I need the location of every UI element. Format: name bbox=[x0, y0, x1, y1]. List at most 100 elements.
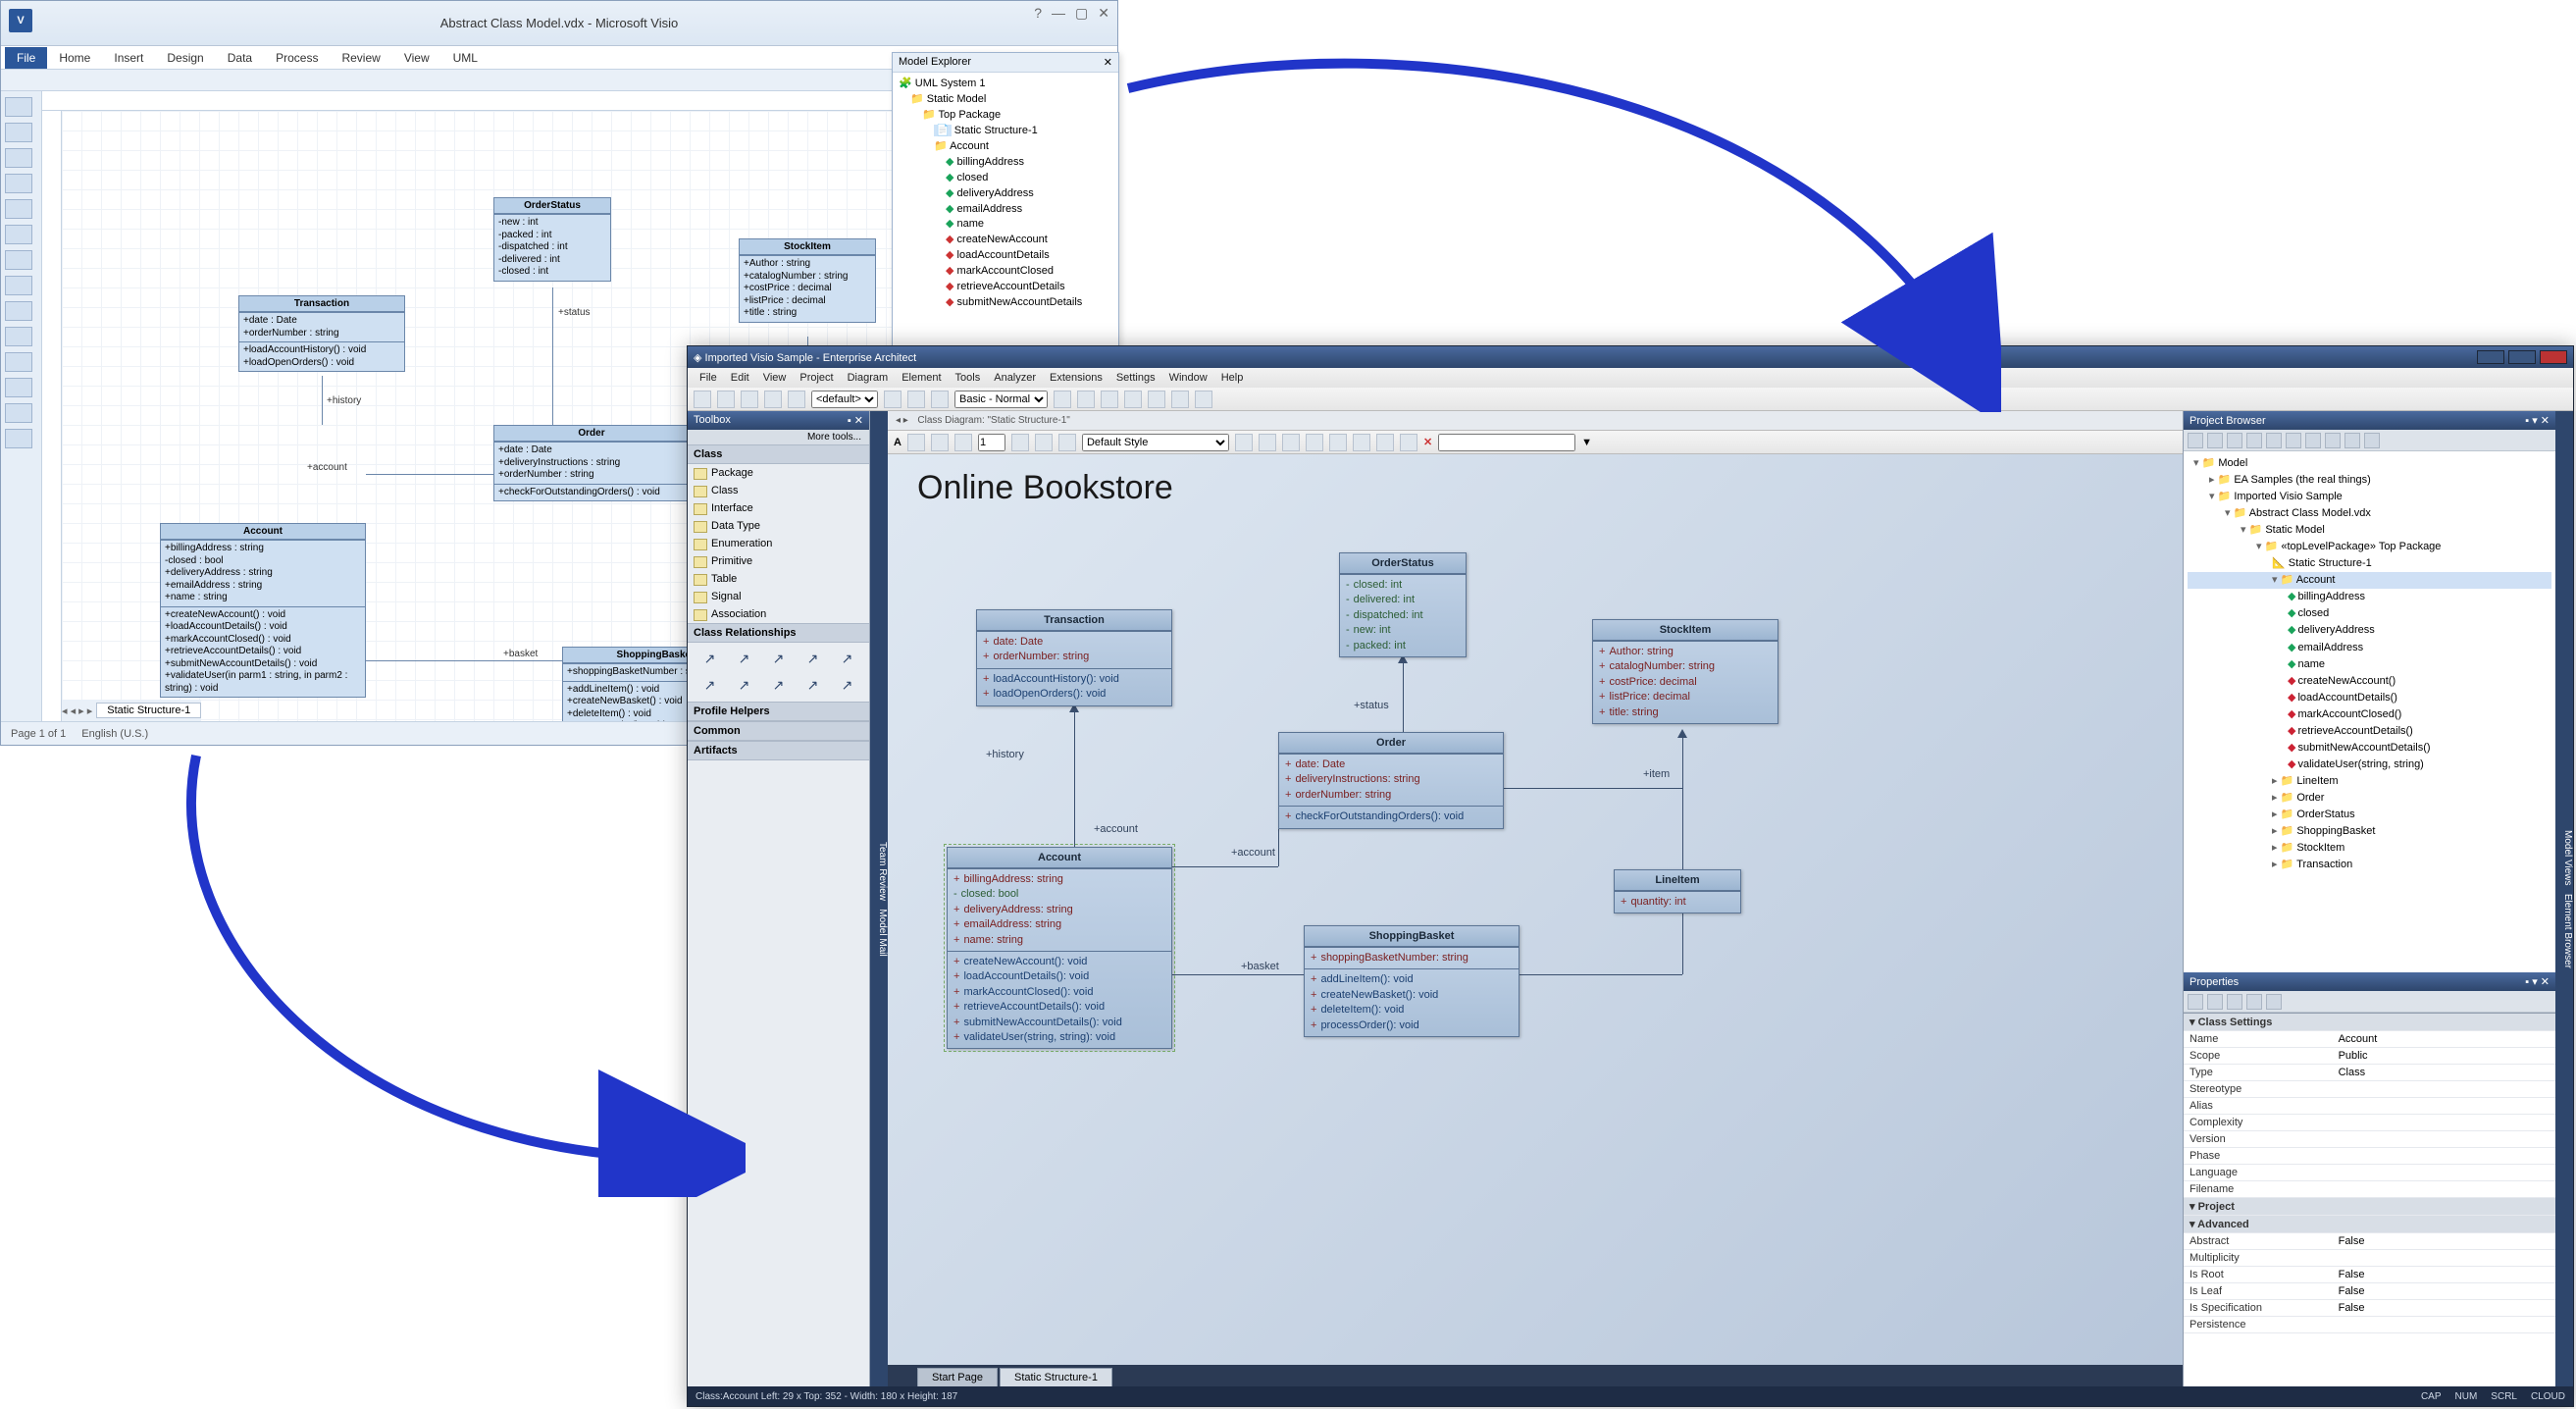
filter-input[interactable] bbox=[1438, 434, 1575, 451]
ribbon-tab[interactable]: Design bbox=[155, 47, 215, 69]
format-button[interactable] bbox=[1282, 434, 1300, 451]
browser-button[interactable] bbox=[2227, 433, 2242, 448]
browser-node[interactable]: 📐 Static Structure-1 bbox=[2188, 555, 2551, 572]
menu-item[interactable]: Window bbox=[1163, 370, 1213, 386]
shape-stencil[interactable] bbox=[5, 97, 32, 117]
props-row[interactable]: Persistence bbox=[2184, 1317, 2555, 1333]
panel-controls[interactable]: ▪ ▾ ✕ bbox=[2525, 414, 2550, 427]
tree-node[interactable]: 📁 Account bbox=[899, 139, 1112, 155]
format-button[interactable] bbox=[1306, 434, 1323, 451]
menu-item[interactable]: Analyzer bbox=[988, 370, 1042, 386]
relationship-tool[interactable]: ↗ bbox=[766, 651, 791, 667]
relationship-tool[interactable]: ↗ bbox=[697, 677, 722, 694]
tree-node[interactable]: ◆ emailAddress bbox=[899, 202, 1112, 218]
browser-button[interactable] bbox=[2325, 433, 2341, 448]
browser-node[interactable]: 📁 Static Model bbox=[2188, 522, 2551, 539]
browser-node[interactable]: 📁 Abstract Class Model.vdx bbox=[2188, 505, 2551, 522]
relationship-tool[interactable]: ↗ bbox=[835, 651, 859, 667]
bottom-tab[interactable]: Static Structure-1 bbox=[1000, 1368, 1112, 1386]
uml-class-transaction[interactable]: Transaction+date : Date+orderNumber : st… bbox=[238, 295, 405, 372]
tree-node[interactable]: ◆ markAccountClosed bbox=[899, 264, 1112, 280]
format-button[interactable] bbox=[1400, 434, 1417, 451]
connector[interactable] bbox=[1504, 788, 1682, 789]
uml-class-orderstatus[interactable]: OrderStatus-closed: int-delivered: int-d… bbox=[1339, 552, 1467, 657]
props-button[interactable] bbox=[2207, 994, 2223, 1010]
format-button[interactable] bbox=[1376, 434, 1394, 451]
uml-class-stockitem[interactable]: StockItem+Author: string+catalogNumber: … bbox=[1592, 619, 1778, 724]
props-button[interactable] bbox=[2188, 994, 2203, 1010]
props-row[interactable]: AbstractFalse bbox=[2184, 1233, 2555, 1250]
format-button[interactable] bbox=[1235, 434, 1253, 451]
menu-item[interactable]: View bbox=[757, 370, 793, 386]
menu-item[interactable]: Help bbox=[1215, 370, 1250, 386]
props-row[interactable]: TypeClass bbox=[2184, 1065, 2555, 1081]
shape-stencil[interactable] bbox=[5, 403, 32, 423]
browser-node[interactable]: 📁 Model bbox=[2188, 455, 2551, 472]
browser-button[interactable] bbox=[2207, 433, 2223, 448]
format-button[interactable] bbox=[1035, 434, 1053, 451]
toolbox-more[interactable]: More tools... bbox=[688, 430, 869, 444]
browser-node[interactable]: ◆markAccountClosed() bbox=[2188, 706, 2551, 723]
ribbon-tab[interactable]: UML bbox=[441, 47, 489, 69]
ribbon-tab[interactable]: Insert bbox=[102, 47, 155, 69]
toolbox-group[interactable]: Class bbox=[688, 444, 869, 464]
browser-button[interactable] bbox=[2188, 433, 2203, 448]
uml-class-account[interactable]: Account+billingAddress : string-closed :… bbox=[160, 523, 366, 698]
browser-node[interactable]: 📁 ShoppingBasket bbox=[2188, 823, 2551, 840]
props-group[interactable]: ▾ Advanced bbox=[2184, 1216, 2555, 1233]
uml-class-orderstatus[interactable]: OrderStatus-new : int-packed : int-dispa… bbox=[493, 197, 611, 282]
tree-node[interactable]: ◆ loadAccountDetails bbox=[899, 248, 1112, 264]
browser-node[interactable]: 📁 Order bbox=[2188, 790, 2551, 807]
toolbox-item[interactable]: Package bbox=[688, 464, 869, 482]
browser-node[interactable]: ◆createNewAccount() bbox=[2188, 673, 2551, 690]
toolbox-item[interactable]: Interface bbox=[688, 499, 869, 517]
uml-class-transaction[interactable]: Transaction+date: Date+orderNumber: stri… bbox=[976, 609, 1172, 706]
format-button[interactable] bbox=[931, 434, 949, 451]
toolbox-pin-icon[interactable]: ▪ ✕ bbox=[848, 414, 863, 427]
minimize-icon[interactable]: — bbox=[1052, 5, 1065, 22]
browser-node[interactable]: ◆deliveryAddress bbox=[2188, 622, 2551, 639]
browser-node[interactable]: 📁 Imported Visio Sample bbox=[2188, 489, 2551, 505]
toolbar-button[interactable] bbox=[1054, 391, 1071, 408]
relationship-tool[interactable]: ↗ bbox=[800, 651, 825, 667]
toolbar-button[interactable] bbox=[788, 391, 805, 408]
props-row[interactable]: Stereotype bbox=[2184, 1081, 2555, 1098]
project-browser-tree[interactable]: 📁 Model📁 EA Samples (the real things)📁 I… bbox=[2184, 451, 2555, 877]
connector[interactable] bbox=[1682, 788, 1683, 869]
browser-node[interactable]: 📁 LineItem bbox=[2188, 773, 2551, 790]
uml-class-order[interactable]: Order+date : Date+deliveryInstructions :… bbox=[493, 425, 690, 501]
format-button[interactable] bbox=[1353, 434, 1370, 451]
browser-node[interactable]: ◆retrieveAccountDetails() bbox=[2188, 723, 2551, 740]
relationship-tool[interactable]: ↗ bbox=[697, 651, 722, 667]
tree-root[interactable]: 🧩 UML System 1 bbox=[899, 77, 1112, 92]
tree-node[interactable]: ◆ deliveryAddress bbox=[899, 186, 1112, 202]
shape-stencil[interactable] bbox=[5, 225, 32, 244]
format-button[interactable] bbox=[907, 434, 925, 451]
page-tab[interactable]: Static Structure-1 bbox=[96, 703, 201, 718]
font-size-input[interactable] bbox=[978, 434, 1005, 451]
shape-stencil[interactable] bbox=[5, 301, 32, 321]
toolbox-item[interactable]: Data Type bbox=[688, 517, 869, 535]
toolbar-button[interactable] bbox=[694, 391, 711, 408]
filter-icon[interactable]: ▼ bbox=[1581, 437, 1592, 448]
browser-node[interactable]: ◆closed bbox=[2188, 605, 2551, 622]
tree-node[interactable]: 📄 Static Structure-1 bbox=[899, 124, 1112, 139]
props-button[interactable] bbox=[2227, 994, 2242, 1010]
panel-close-icon[interactable]: ✕ bbox=[1104, 56, 1112, 69]
close-icon[interactable] bbox=[2540, 350, 2567, 364]
ea-diagram-canvas[interactable]: Online Bookstore +status +item +history … bbox=[888, 454, 2183, 1365]
toolbar-button[interactable] bbox=[931, 391, 949, 408]
tree-node[interactable]: ◆ createNewAccount bbox=[899, 233, 1112, 248]
props-button[interactable] bbox=[2246, 994, 2262, 1010]
shape-stencil[interactable] bbox=[5, 250, 32, 270]
props-row[interactable]: Complexity bbox=[2184, 1115, 2555, 1131]
tree-node[interactable]: ◆ submitNewAccountDetails bbox=[899, 295, 1112, 311]
props-group[interactable]: ▾ Project bbox=[2184, 1198, 2555, 1216]
toolbar-button[interactable] bbox=[1077, 391, 1095, 408]
menu-item[interactable]: Element bbox=[896, 370, 947, 386]
tree-node[interactable]: ◆ closed bbox=[899, 171, 1112, 186]
browser-button[interactable] bbox=[2286, 433, 2301, 448]
format-button[interactable] bbox=[1058, 434, 1076, 451]
connector[interactable] bbox=[1682, 913, 1683, 974]
browser-node[interactable]: ◆billingAddress bbox=[2188, 589, 2551, 605]
